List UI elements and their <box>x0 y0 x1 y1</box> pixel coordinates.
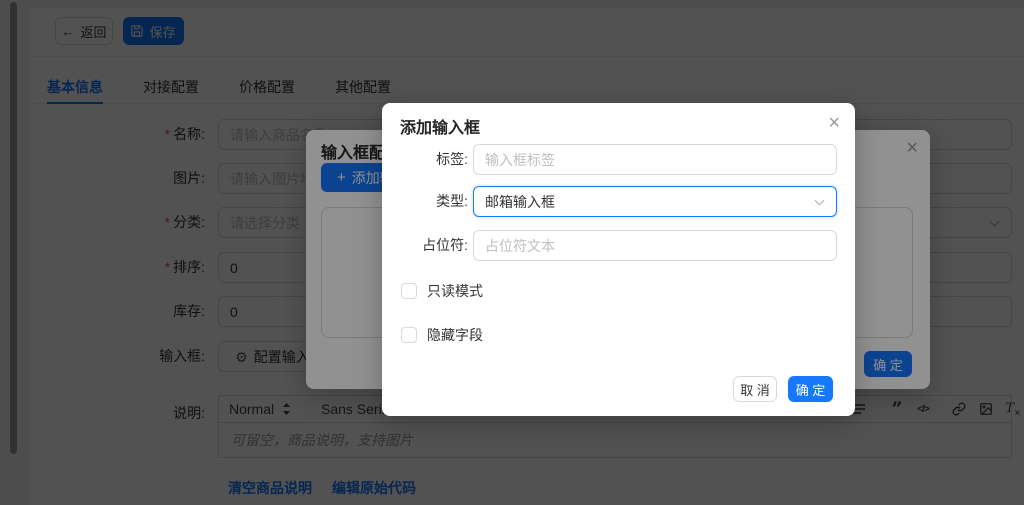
hidden-field-checkbox[interactable] <box>401 327 417 343</box>
screen: ← 返回 保存 基本信息 对接配置 价格配置 其他配置 *名称: 图片: *分类… <box>0 0 1024 505</box>
add-modal-confirm-button[interactable]: 确 定 <box>788 376 833 402</box>
tag-label: 标签: <box>382 144 468 175</box>
add-inputbox-modal: 添加输入框 × 标签: 类型: 邮箱输入框 占位符: 只读模式 隐藏字段 取 消… <box>382 103 855 416</box>
placeholder-label: 占位符: <box>382 230 468 261</box>
hidden-field-checkbox-label[interactable]: 隐藏字段 <box>427 327 483 344</box>
close-icon[interactable]: × <box>828 115 840 131</box>
readonly-checkbox[interactable] <box>401 283 417 299</box>
placeholder-input[interactable] <box>473 230 837 261</box>
type-select[interactable]: 邮箱输入框 <box>473 186 837 217</box>
type-value: 邮箱输入框 <box>485 192 555 212</box>
chevron-down-icon <box>814 199 825 206</box>
add-modal-title: 添加输入框 <box>400 114 480 138</box>
add-modal-cancel-button[interactable]: 取 消 <box>733 376 777 402</box>
tag-input[interactable] <box>473 144 837 175</box>
type-label: 类型: <box>382 186 468 217</box>
readonly-checkbox-label[interactable]: 只读模式 <box>427 283 483 300</box>
